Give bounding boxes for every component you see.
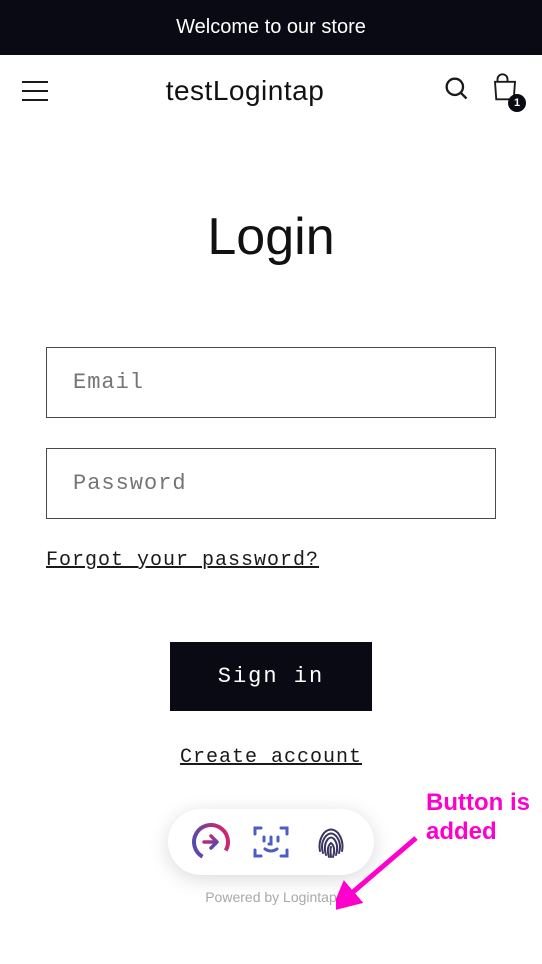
annotation-arrow-icon [336, 833, 426, 913]
create-account-link[interactable]: Create account [180, 746, 362, 769]
signin-button[interactable]: Sign in [170, 642, 372, 711]
annotation-text: Button is added [426, 789, 542, 847]
menu-icon[interactable] [22, 81, 48, 101]
email-field[interactable] [46, 347, 496, 418]
announcement-text: Welcome to our store [176, 16, 366, 38]
powered-by-text: Powered by Logintap [46, 889, 496, 905]
password-field[interactable] [46, 448, 496, 519]
announcement-bar: Welcome to our store [0, 0, 542, 55]
header: testLogintap 1 [0, 55, 542, 127]
forgot-password-link[interactable]: Forgot your password? [46, 549, 496, 572]
login-arrow-icon[interactable] [190, 821, 232, 863]
search-icon[interactable] [442, 74, 470, 107]
page-title: Login [46, 207, 496, 267]
face-id-icon[interactable] [250, 821, 292, 863]
login-form: Login Forgot your password? Sign in Crea… [46, 127, 496, 945]
cart-badge: 1 [508, 94, 526, 112]
cart-icon[interactable]: 1 [490, 73, 520, 108]
store-name: testLogintap [48, 75, 442, 107]
